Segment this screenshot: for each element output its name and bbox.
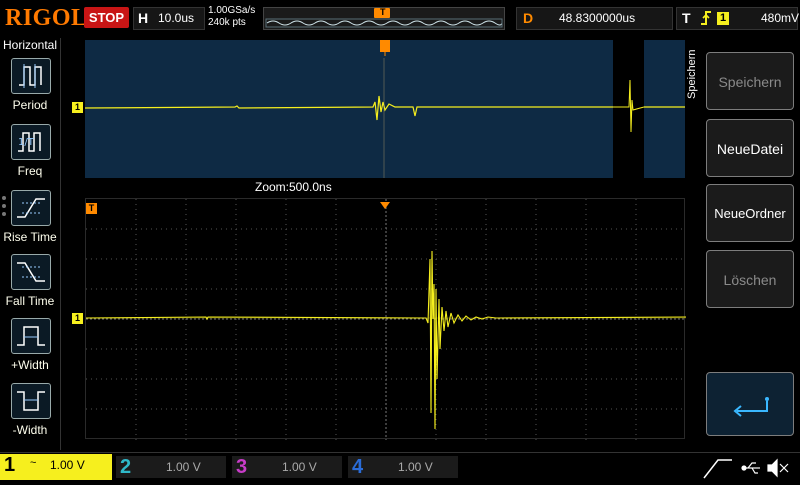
timebase-box[interactable]: H 10.0us (133, 7, 205, 30)
neue-datei-button[interactable]: NeueDatei (706, 119, 794, 177)
page-indicator (2, 196, 6, 220)
channel-2-number: 2 (120, 456, 132, 478)
zoom-label: Zoom:500.0ns (255, 180, 332, 194)
memory-depth: 240k pts (208, 17, 246, 28)
run-stop-indicator[interactable]: STOP (84, 7, 129, 28)
rise-time-icon (17, 198, 45, 218)
fall-time-label: Fall Time (5, 294, 55, 308)
channel-2-scale: 1.00 V (166, 460, 201, 474)
rising-edge-icon (699, 9, 713, 31)
channel-1-status[interactable]: 1 ~ 1.00 V (0, 454, 112, 480)
main-trigger-top-marker[interactable]: T (86, 203, 97, 214)
rise-time-label: Rise Time (3, 230, 57, 244)
fall-time-icon (17, 262, 45, 282)
zoom-channel-1-marker[interactable]: 1 (72, 102, 83, 113)
main-waveform-window (85, 198, 687, 440)
freq-button[interactable]: 1/T (11, 124, 51, 160)
channel-4-scale: 1.00 V (398, 460, 433, 474)
brand-logo: RIGOL (5, 5, 88, 31)
right-menu-title: Speichern (686, 49, 698, 99)
freq-icon: 1/T (18, 132, 41, 152)
main-channel-1-marker[interactable]: 1 (72, 313, 83, 324)
fall-time-button[interactable] (11, 254, 51, 290)
zoom-region-marker (613, 40, 645, 178)
channel-4-number: 4 (352, 456, 364, 478)
sampling-info: 1.00GSa/s 240k pts (208, 5, 266, 33)
period-button[interactable] (11, 58, 51, 94)
channel-3-status[interactable]: 3 1.00 V (232, 456, 342, 478)
timebase-label: H (138, 10, 149, 26)
channel-4-status[interactable]: 4 1.00 V (348, 456, 458, 478)
status-icons (700, 454, 800, 480)
network-icon (703, 459, 732, 479)
zoom-trigger-marker-top (380, 40, 390, 61)
main-trigger-position-icon[interactable] (380, 198, 390, 216)
minus-width-button[interactable] (11, 383, 51, 419)
return-button[interactable] (706, 372, 794, 436)
svg-text:1/T: 1/T (18, 137, 35, 148)
plus-width-label: +Width (11, 358, 49, 372)
minus-width-icon (17, 391, 45, 411)
left-menu-title: Horizontal (2, 38, 58, 52)
delay-value: 48.8300000us (559, 11, 636, 25)
overview-trigger-marker: T (380, 7, 386, 17)
rise-time-button[interactable] (11, 190, 51, 226)
timebase-value: 10.0us (158, 11, 195, 25)
memory-overview-bar[interactable]: T (263, 7, 505, 30)
plus-width-icon (17, 326, 45, 346)
waveform-grid (85, 199, 687, 440)
channel-3-number: 3 (236, 456, 248, 478)
period-label: Period (12, 98, 48, 112)
freq-label: Freq (17, 164, 43, 178)
plus-width-button[interactable] (11, 318, 51, 354)
minus-width-label: -Width (12, 423, 48, 437)
channel-3-scale: 1.00 V (282, 460, 317, 474)
speichern-button[interactable]: Speichern (706, 52, 794, 110)
period-icon (19, 64, 42, 88)
channel-1-coupling: ~ (30, 457, 37, 469)
trigger-box[interactable]: T 1 480mV (676, 7, 800, 31)
trigger-level: 480mV (761, 11, 800, 25)
delay-box[interactable]: D 48.8300000us (516, 7, 673, 30)
channel-1-scale: 1.00 V (50, 458, 85, 472)
speaker-muted-icon (767, 458, 789, 478)
delay-label: D (523, 10, 534, 26)
sample-rate: 1.00GSa/s (208, 5, 256, 16)
channel-2-status[interactable]: 2 1.00 V (116, 456, 226, 478)
channel-1-number: 1 (4, 454, 16, 476)
return-arrow-icon (733, 397, 769, 417)
trigger-source-badge: 1 (717, 12, 729, 25)
trigger-label: T (682, 10, 691, 26)
neue-ordner-button[interactable]: NeueOrdner (706, 184, 794, 242)
loeschen-button[interactable]: Löschen (706, 250, 794, 308)
usb-icon (741, 462, 760, 474)
